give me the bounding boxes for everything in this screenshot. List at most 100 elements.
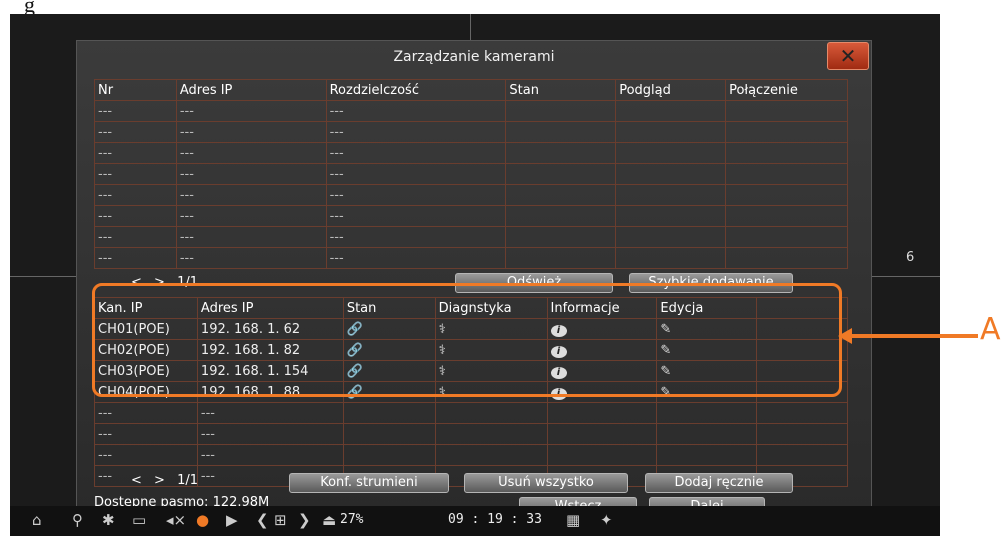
table-cell: --- [94,205,177,227]
table-row[interactable]: --- --- --- [94,205,848,227]
table-row[interactable]: --- --- [94,423,848,445]
stream-config-button[interactable]: Konf. strumieni [289,473,449,493]
table-cell [434,402,548,424]
table-row[interactable]: --- --- [94,402,848,424]
table-cell [546,444,658,466]
monitor-icon[interactable]: ▭ [132,510,146,530]
table-cell [725,142,848,164]
disk-icon: ⏏ [322,511,337,529]
table-cell [615,247,727,269]
table-cell: --- [175,142,327,164]
search-results-table: Nr Adres IP Rozdzielczość Stan Podgląd Połącz… [94,79,848,269]
table-cell: --- [175,205,327,227]
column-header: Połączenie [725,79,848,101]
qr-code-icon[interactable]: ▦ [566,510,580,530]
table-cell [725,247,848,269]
table-cell: --- [325,142,507,164]
table-cell [725,121,848,143]
prev-layout-icon[interactable]: ❮ [256,510,269,530]
table-cell [615,184,727,206]
table-cell [756,423,848,445]
table-row[interactable]: --- --- --- [94,226,848,248]
table-cell [342,444,436,466]
table-cell: --- [175,247,327,269]
table-cell [725,100,848,122]
table-row[interactable]: --- --- --- [94,247,848,269]
table-cell: --- [94,100,177,122]
column-header: Adres IP [175,79,327,101]
table-cell [656,423,758,445]
table-row[interactable]: --- --- [94,444,848,466]
mute-icon[interactable]: ◂× [166,510,186,530]
table-cell [725,163,848,185]
table-cell: --- [325,226,507,248]
next-page-icon[interactable]: > [154,473,165,488]
table-cell [434,423,548,445]
table-cell [725,226,848,248]
grid-layout-icon[interactable]: ⊞ [274,510,287,530]
table-cell: --- [175,184,327,206]
table-cell: --- [196,402,344,424]
table-cell: --- [94,121,177,143]
delete-all-button[interactable]: Usuń wszystko [464,473,628,493]
table-cell: --- [175,163,327,185]
table-cell [615,100,727,122]
table-cell [505,247,617,269]
table-cell [434,444,548,466]
table-cell: --- [94,163,177,185]
table-cell: --- [175,100,327,122]
user-icon[interactable]: ⚲ [72,510,83,530]
add-manual-button[interactable]: Dodaj ręcznie [645,473,793,493]
camera-management-dialog: Zarządzanie kamerami ✕ Nr Adres IP Rozdzie… [76,40,872,518]
taskbar: ⌂ ⚲ ✱ ▭ ◂× ● ▶ ❮ ⊞ ❯ ⏏ 27% 09 : 19 : 33 … [10,506,940,536]
table-cell: --- [94,184,177,206]
table-cell [615,142,727,164]
home-icon[interactable]: ⌂ [32,510,42,530]
close-button[interactable]: ✕ [827,42,869,70]
table-row[interactable]: --- --- --- [94,163,848,185]
disk-usage: 27% [340,512,364,527]
table-cell: --- [94,142,177,164]
table-cell [505,121,617,143]
table-row[interactable]: --- --- --- [94,184,848,206]
table-cell: --- [196,423,344,445]
table-cell: --- [325,100,507,122]
table-row[interactable]: --- --- --- [94,142,848,164]
table-cell: --- [94,226,177,248]
arrow-icon [838,328,978,344]
table-cell [756,402,848,424]
table-cell [546,423,658,445]
table-cell: --- [325,205,507,227]
cloud-icon[interactable]: ● [196,510,209,530]
prev-page-icon[interactable]: < [131,473,142,488]
dialog-title: Zarządzanie kamerami [393,49,555,65]
column-header: Nr [94,79,177,101]
dvr-screen: 6 8 Zarządzanie kamerami ✕ NrAdres IPRoz… [10,14,940,536]
table-row[interactable]: --- --- --- [94,121,848,143]
table-cell [505,226,617,248]
table-cell: --- [94,423,198,445]
alarm-icon[interactable]: ✱ [102,510,115,530]
table-cell [546,402,658,424]
highlight-box [92,283,842,397]
playback-icon[interactable]: ▶ [226,510,238,530]
table-cell: --- [175,121,327,143]
table-row[interactable]: --- --- --- [94,100,848,122]
next-layout-icon[interactable]: ❯ [298,510,311,530]
table-cell: --- [325,247,507,269]
column-header: Stan [505,79,617,101]
table-cell: --- [94,402,198,424]
table-cell [342,423,436,445]
table-cell: --- [325,121,507,143]
table-cell: --- [175,226,327,248]
annotation-label: A [980,312,1001,347]
column-header: Rozdzielczość [325,79,507,101]
pin-icon[interactable]: ✦ [600,510,613,530]
table-cell [505,100,617,122]
table-cell [656,444,758,466]
table-cell [505,205,617,227]
page-indicator: 1/1 [177,473,199,488]
channel-pager: < > 1/1 [131,473,206,488]
channel-number-6: 6 [906,250,915,265]
table-cell: --- [325,184,507,206]
